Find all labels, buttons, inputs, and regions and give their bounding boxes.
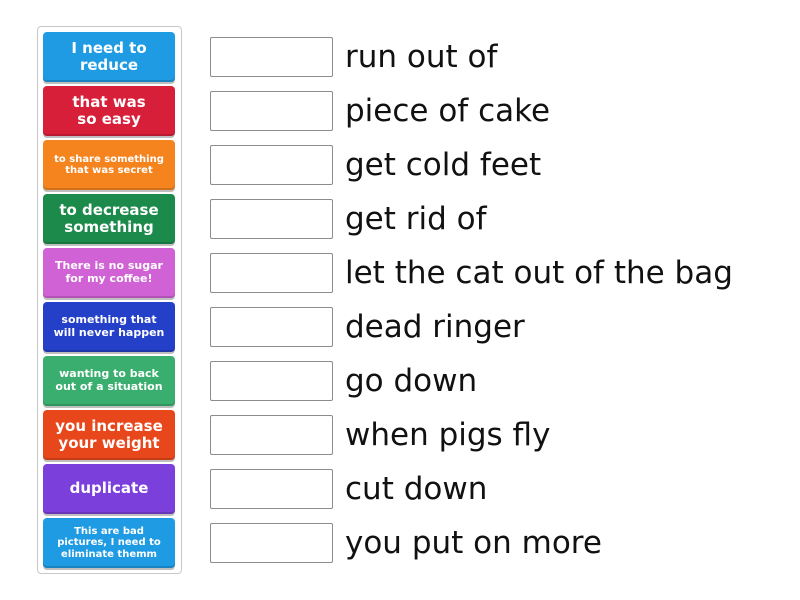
answer-tile[interactable]: There is no sugar for my coffee! xyxy=(43,248,175,298)
idiom-phrase: let the cat out of the bag xyxy=(345,254,733,291)
answer-tile[interactable]: that was so easy xyxy=(43,86,175,136)
drop-slot[interactable] xyxy=(210,523,333,563)
match-row: run out of xyxy=(210,36,497,78)
idiom-phrase: cut down xyxy=(345,470,488,507)
match-up-activity: I need to reduce that was so easy to sha… xyxy=(0,0,800,600)
answer-tile-label: you increase your weight xyxy=(55,416,163,452)
answer-tile[interactable]: This are bad pictures, I need to elimina… xyxy=(43,518,175,568)
answer-tile[interactable]: wanting to back out of a situation xyxy=(43,356,175,406)
answer-tile[interactable]: to decrease something xyxy=(43,194,175,244)
answer-tile-label: This are bad pictures, I need to elimina… xyxy=(57,525,161,560)
idiom-phrase: run out of xyxy=(345,38,498,75)
idiom-phrase: piece of cake xyxy=(345,92,551,129)
answer-tile[interactable]: I need to reduce xyxy=(43,32,175,82)
drop-slot[interactable] xyxy=(210,37,333,77)
answer-tile[interactable]: duplicate xyxy=(43,464,175,514)
answer-tile[interactable]: to share something that was secret xyxy=(43,140,175,190)
idiom-phrase: when pigs fly xyxy=(345,416,551,453)
drop-slot[interactable] xyxy=(210,253,333,293)
answer-tile-label: wanting to back out of a situation xyxy=(55,367,163,393)
match-row: get rid of xyxy=(210,198,487,240)
match-row: when pigs fly xyxy=(210,414,550,456)
answer-tile-label: to decrease something xyxy=(59,200,159,236)
answer-tile-label: that was so easy xyxy=(72,92,146,128)
match-row: let the cat out of the bag xyxy=(210,252,733,294)
answer-tile-label: I need to reduce xyxy=(71,38,147,74)
match-row: get cold feet xyxy=(210,144,541,186)
match-row: cut down xyxy=(210,468,487,510)
match-row: dead ringer xyxy=(210,306,525,348)
idiom-phrase: go down xyxy=(345,362,478,399)
answer-bank: I need to reduce that was so easy to sha… xyxy=(37,26,182,574)
answer-tile-label: to share something that was secret xyxy=(54,153,164,177)
match-row: piece of cake xyxy=(210,90,550,132)
idiom-phrase: get cold feet xyxy=(345,146,542,183)
drop-slot[interactable] xyxy=(210,307,333,347)
answer-tile[interactable]: you increase your weight xyxy=(43,410,175,460)
drop-slot[interactable] xyxy=(210,361,333,401)
answer-tile-label: There is no sugar for my coffee! xyxy=(55,259,163,285)
match-row: go down xyxy=(210,360,477,402)
answer-tile-label: something that will never happen xyxy=(53,313,165,339)
drop-slot[interactable] xyxy=(210,469,333,509)
idiom-phrase: dead ringer xyxy=(345,308,525,345)
drop-slot[interactable] xyxy=(210,415,333,455)
drop-slot[interactable] xyxy=(210,91,333,131)
idiom-phrase: you put on more xyxy=(345,524,602,561)
idiom-phrase: get rid of xyxy=(345,200,487,237)
answer-tile-label: duplicate xyxy=(69,479,149,498)
match-row: you put on more xyxy=(210,522,602,564)
drop-slot[interactable] xyxy=(210,145,333,185)
drop-slot[interactable] xyxy=(210,199,333,239)
answer-tile[interactable]: something that will never happen xyxy=(43,302,175,352)
